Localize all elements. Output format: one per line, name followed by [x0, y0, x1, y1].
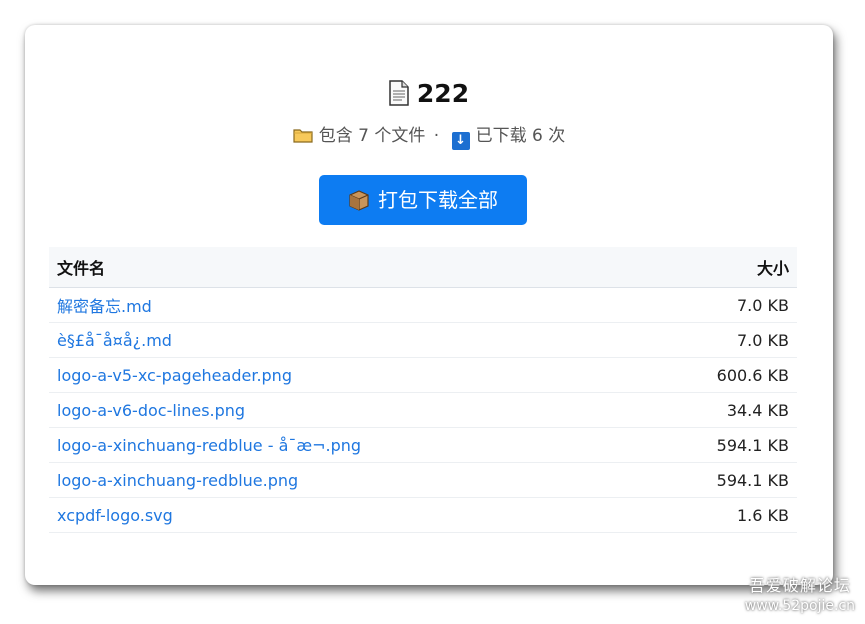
- table-row: logo-a-v5-xc-pageheader.png 600.6 KB: [49, 357, 797, 393]
- page-title: 222: [25, 77, 833, 111]
- file-link[interactable]: logo-a-xinchuang-redblue - å¯æ¬.png: [57, 436, 361, 455]
- site-watermark: 吾爱破解论坛 www.52pojie.cn: [745, 576, 855, 616]
- watermark-url: www.52pojie.cn: [744, 598, 855, 614]
- download-all-label: 打包下载全部: [378, 188, 498, 212]
- file-link[interactable]: è§£å¯å¤å¿.md: [57, 331, 172, 350]
- file-size: 600.6 KB: [635, 357, 797, 393]
- download-icon: ↓: [451, 132, 470, 150]
- file-link[interactable]: logo-a-v6-doc-lines.png: [57, 401, 245, 420]
- file-name-cell: è§£å¯å¤å¿.md: [49, 322, 636, 358]
- document-icon: [389, 80, 409, 106]
- table-header-row: 文件名 大小: [49, 247, 797, 288]
- download-count: 已下载 6 次: [475, 126, 566, 146]
- watermark-title: 吾爱破解论坛: [748, 576, 851, 595]
- file-size: 7.0 KB: [635, 322, 797, 358]
- file-link[interactable]: logo-a-v5-xc-pageheader.png: [57, 366, 292, 385]
- file-name-cell: logo-a-xinchuang-redblue.png: [49, 462, 636, 498]
- table-row: xcpdf-logo.svg 1.6 KB: [49, 497, 797, 533]
- file-name-cell: logo-a-v5-xc-pageheader.png: [49, 357, 636, 393]
- folder-icon: [293, 129, 313, 143]
- file-name-cell: 解密备忘.md: [49, 287, 636, 323]
- file-size: 594.1 KB: [635, 462, 797, 498]
- file-name-cell: logo-a-xinchuang-redblue - å¯æ¬.png: [49, 427, 636, 463]
- meta-separator: ·: [433, 126, 440, 146]
- table-row: logo-a-v6-doc-lines.png 34.4 KB: [49, 392, 797, 428]
- file-link[interactable]: logo-a-xinchuang-redblue.png: [57, 471, 298, 490]
- table-row: 解密备忘.md 7.0 KB: [49, 287, 797, 323]
- package-icon: [349, 190, 369, 211]
- file-name-cell: xcpdf-logo.svg: [49, 497, 636, 533]
- file-link[interactable]: xcpdf-logo.svg: [57, 506, 173, 525]
- share-card: 222 包含 7 个文件 · ↓ 已下载 6 次 打包下载全部 文件名 大小 解密…: [25, 25, 833, 585]
- download-all-button[interactable]: 打包下载全部: [319, 175, 527, 225]
- file-size: 34.4 KB: [635, 392, 797, 428]
- file-table: 文件名 大小 解密备忘.md 7.0 KB è§£å¯å¤å¿.md 7.0 K…: [49, 247, 797, 533]
- file-link[interactable]: 解密备忘.md: [57, 297, 152, 316]
- file-size: 594.1 KB: [635, 427, 797, 463]
- title-text: 222: [416, 79, 470, 108]
- file-size: 7.0 KB: [635, 287, 797, 323]
- table-row: logo-a-xinchuang-redblue - å¯æ¬.png 594.…: [49, 427, 797, 463]
- table-row: è§£å¯å¤å¿.md 7.0 KB: [49, 322, 797, 358]
- file-name-cell: logo-a-v6-doc-lines.png: [49, 392, 636, 428]
- file-size: 1.6 KB: [635, 497, 797, 533]
- table-row: logo-a-xinchuang-redblue.png 594.1 KB: [49, 462, 797, 498]
- column-header-name: 文件名: [49, 247, 636, 288]
- file-meta: 包含 7 个文件 · ↓ 已下载 6 次: [25, 123, 833, 150]
- file-count: 包含 7 个文件: [318, 126, 426, 146]
- column-header-size: 大小: [635, 247, 797, 288]
